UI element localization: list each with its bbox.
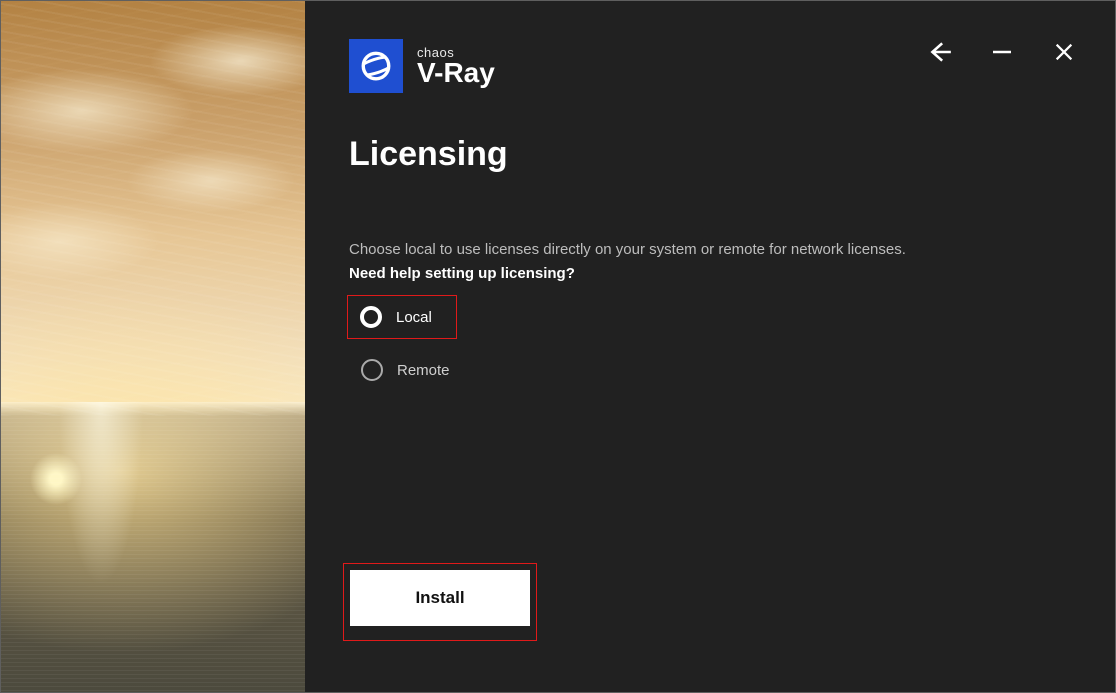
radio-selected-icon	[360, 306, 382, 328]
close-icon	[1053, 41, 1075, 63]
minimize-button[interactable]	[985, 35, 1019, 69]
option-local-label: Local	[396, 309, 432, 326]
option-local[interactable]: Local	[347, 295, 457, 339]
option-remote-label: Remote	[397, 362, 450, 379]
back-button[interactable]	[923, 35, 957, 69]
close-button[interactable]	[1047, 35, 1081, 69]
radio-unselected-icon	[361, 359, 383, 381]
option-remote[interactable]: Remote	[361, 359, 450, 381]
install-highlight: Install	[343, 563, 537, 641]
minimize-icon	[990, 40, 1014, 64]
install-button[interactable]: Install	[350, 570, 530, 626]
product-logo: chaos V-Ray	[349, 39, 495, 93]
arrow-left-icon	[927, 39, 953, 65]
logo-text: chaos V-Ray	[417, 46, 495, 87]
brand-large: V-Ray	[417, 59, 495, 87]
logo-badge	[349, 39, 403, 93]
installer-window: chaos V-Ray Licensing Choose local to us…	[0, 0, 1116, 693]
window-controls	[923, 35, 1081, 69]
help-link[interactable]: Need help setting up licensing?	[349, 265, 575, 282]
brand-small: chaos	[417, 46, 495, 59]
content-panel: chaos V-Ray Licensing Choose local to us…	[305, 1, 1115, 692]
vray-sphere-icon	[358, 48, 394, 84]
page-title: Licensing	[349, 135, 508, 174]
page-subtitle: Choose local to use licenses directly on…	[349, 241, 906, 258]
hero-image	[1, 1, 305, 692]
